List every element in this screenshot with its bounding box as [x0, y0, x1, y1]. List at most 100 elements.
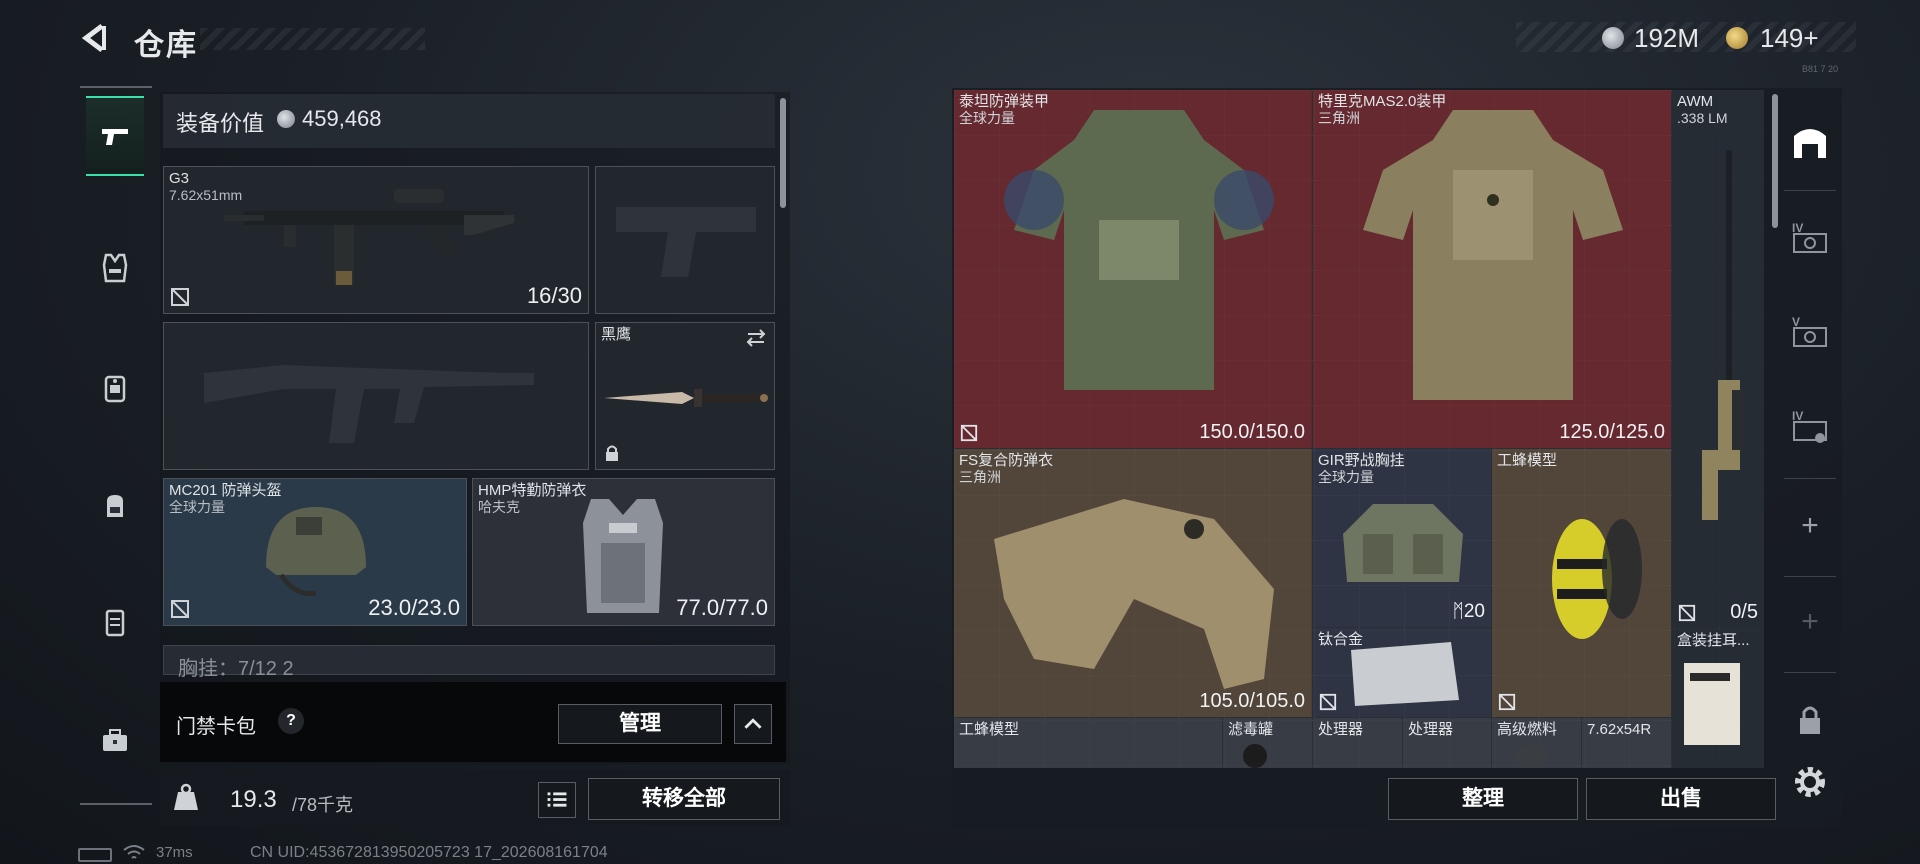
category-armor-vest[interactable] [86, 228, 144, 308]
secondary-weapon-slot[interactable] [163, 322, 589, 470]
sell-button[interactable]: 出售 [1586, 778, 1776, 820]
item-name: FS复合防弹衣 [959, 452, 1054, 469]
storage-item-trek-armor[interactable]: 特里克MAS2.0装甲 三角洲 125.0/125.0 [1313, 90, 1671, 448]
rail-divider [80, 803, 152, 805]
item-name: AWM [1677, 93, 1714, 110]
silver-currency-value: 192M [1634, 23, 1700, 53]
back-button[interactable] [78, 20, 114, 56]
equip-value: 459,468 [302, 106, 382, 131]
capacity: ᛗ20 [1452, 601, 1485, 623]
add-storage-button-disabled[interactable]: + [1782, 586, 1838, 658]
knife-icon [604, 389, 768, 407]
tab-divider [1784, 576, 1836, 577]
storage-grid: 泰坦防弹装甲 全球力量 150.0/150.0 特里克MAS2.0装甲 三角洲 … [954, 90, 1764, 768]
storage-tab-expansion-3[interactable]: IV [1782, 390, 1838, 462]
capacity-icon: ᛗ [1452, 601, 1464, 622]
storage-item-bee-model-2[interactable]: 工蜂模型 [954, 718, 1222, 768]
keycard-label: 门禁卡包 [176, 716, 256, 738]
warehouse-icon [1794, 129, 1826, 158]
category-weapons[interactable] [86, 96, 144, 176]
tab-divider [1784, 478, 1836, 479]
pistol-icon [102, 129, 128, 145]
chevron-up-icon [744, 718, 762, 729]
storage-item-processor-1[interactable]: 处理器 [1313, 718, 1402, 768]
uninsured-icon [960, 424, 978, 442]
storage-item-awm[interactable]: AWM .338 LM 0/5 [1672, 90, 1764, 628]
armor-icon [994, 499, 1274, 689]
uninsured-icon [1319, 693, 1337, 711]
fuel-icon [1514, 744, 1548, 768]
storage-box-icon: V [1792, 315, 1827, 347]
battery-icon [78, 848, 112, 862]
uninsured-icon [1498, 693, 1516, 711]
tab-divider [1784, 672, 1836, 673]
item-name: 盒装挂耳... [1677, 632, 1750, 649]
list-view-button[interactable] [538, 782, 576, 818]
category-chest-rig[interactable] [86, 348, 144, 428]
helmet-slot[interactable]: MC201 防弹头盔 全球力量 23.0/23.0 [163, 478, 467, 626]
add-storage-button[interactable]: + [1782, 490, 1838, 562]
ammo-count: 0/5 [1730, 601, 1758, 623]
helmet-icon [266, 507, 366, 597]
transfer-all-button[interactable]: 转移全部 [588, 778, 780, 820]
uninsured-icon [171, 600, 189, 618]
item-name: 处理器 [1408, 721, 1454, 738]
collapse-button[interactable] [734, 704, 772, 744]
storage-item-advanced-fuel[interactable]: 高级燃料 [1492, 718, 1581, 768]
armor-slot[interactable]: HMP特勤防弹衣 哈夫克 77.0/77.0 [472, 478, 775, 626]
item-faction: 哈夫克 [478, 499, 520, 515]
pistol-slot[interactable] [595, 166, 775, 314]
user-uid: CN UID:453672813950205723 17_20260816170… [250, 844, 608, 861]
storage-scrollbar[interactable] [1772, 94, 1778, 228]
svg-text:V: V [1792, 315, 1800, 329]
uninsured-icon [1678, 604, 1696, 622]
weight-max: /78千克 [292, 795, 354, 815]
melee-slot[interactable]: 黑鹰 [595, 322, 775, 470]
storage-item-fs-armor[interactable]: FS复合防弹衣 三角洲 105.0/105.0 [954, 449, 1312, 717]
swap-icon[interactable] [744, 327, 768, 349]
gold-currency-value[interactable]: 149+ [1760, 23, 1819, 54]
title-decoration [200, 28, 425, 50]
storage-item-titanium-alloy[interactable]: 钛合金 [1313, 628, 1491, 717]
item-name: GIR野战胸挂 [1318, 452, 1405, 469]
rail-divider [80, 86, 152, 88]
storage-item-ammo-762x54r[interactable]: 7.62x54R [1582, 718, 1671, 768]
gas-filter-icon [1243, 744, 1267, 768]
storage-item-gir-chest-rig[interactable]: GIR野战胸挂 全球力量 ᛗ20 [1313, 449, 1491, 627]
sort-button[interactable]: 整理 [1388, 778, 1578, 820]
storage-item-titan-armor[interactable]: 泰坦防弹装甲 全球力量 150.0/150.0 [954, 90, 1312, 448]
silver-coin-icon [277, 110, 295, 128]
storage-item-processor-2[interactable]: 处理器 [1403, 718, 1491, 768]
storage-item-gas-filter[interactable]: 滤毒罐 [1223, 718, 1312, 768]
storage-box-icon: IV [1792, 221, 1827, 253]
list-icon [547, 792, 567, 807]
g3-rifle-icon [224, 189, 514, 285]
durability: 150.0/150.0 [1199, 421, 1305, 443]
loadout-scrollbar[interactable] [780, 98, 786, 208]
storage-tab-expansion-1[interactable]: IV [1782, 202, 1838, 274]
manage-button[interactable]: 管理 [558, 704, 722, 744]
storage-tab-warehouse[interactable] [1782, 106, 1838, 178]
pistol-silhouette-icon [616, 207, 756, 277]
help-icon[interactable]: ? [278, 708, 304, 734]
lock-icon [606, 445, 618, 461]
primary-weapon-slot[interactable]: G3 7.62x51mm 16/30 [163, 166, 589, 314]
weight-icon [174, 783, 198, 810]
category-container[interactable] [86, 582, 144, 662]
settings-button[interactable] [1782, 746, 1838, 818]
chest-rig-icon [1343, 504, 1463, 582]
item-name: 工蜂模型 [1497, 452, 1558, 469]
storage-item-bee-model[interactable]: 工蜂模型 [1492, 449, 1671, 717]
ammo-count: 16/30 [526, 283, 582, 308]
armor-icon [1004, 110, 1274, 390]
equip-value-label: 装备价值 [176, 111, 265, 136]
storage-tab-expansion-2[interactable]: V [1782, 296, 1838, 368]
tiny-note: B81 7 20 [1802, 64, 1839, 74]
gold-coin-icon [1726, 27, 1748, 49]
storage-item-coffee-box[interactable]: 盒装挂耳... [1672, 629, 1764, 768]
category-toolbox[interactable] [86, 700, 144, 780]
category-backpack[interactable] [86, 466, 144, 546]
uninsured-icon [171, 288, 189, 306]
sniper-rifle-icon [1702, 150, 1742, 520]
lock-icon [1800, 706, 1820, 734]
